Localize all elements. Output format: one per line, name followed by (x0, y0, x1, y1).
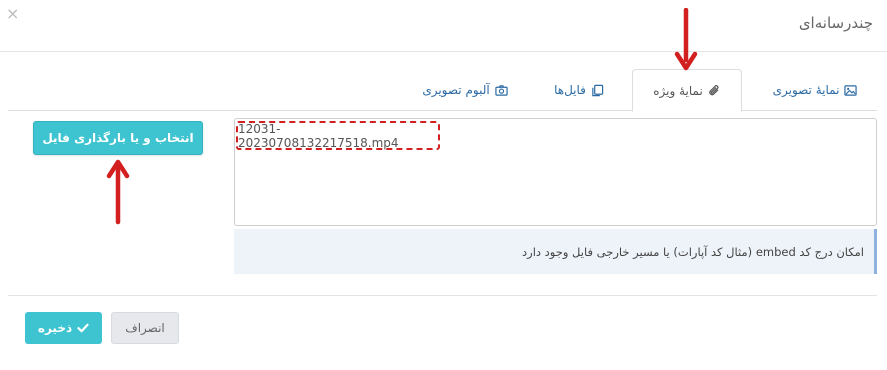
footer-divider (8, 295, 877, 296)
files-icon (591, 84, 604, 97)
image-icon (844, 84, 858, 97)
camera-icon (495, 84, 508, 97)
cancel-button[interactable]: انصراف (111, 312, 179, 344)
upload-file-button[interactable]: انتخاب و یا بارگذاری فایل (33, 121, 203, 155)
check-icon (77, 322, 89, 334)
close-icon[interactable]: × (6, 6, 19, 22)
save-button-label: ذخیره (37, 321, 73, 335)
paperclip-icon (708, 84, 721, 97)
tab-featured[interactable]: نمایهٔ ویژه (632, 69, 742, 112)
cancel-button-label: انصراف (125, 321, 165, 335)
tab-label: نمایهٔ تصویری (772, 83, 840, 97)
help-note: امکان درج کد embed (مثال کد آپارات) یا م… (234, 229, 877, 274)
tab-bar: نمایهٔ تصویری نمایهٔ ویژه فایل‌ها آلبوم … (8, 69, 877, 112)
modal-title: چندرسانه‌ای (798, 14, 873, 32)
save-button[interactable]: ذخیره (25, 312, 102, 344)
tab-label: فایل‌ها (554, 83, 586, 97)
tab-photo-album[interactable]: آلبوم تصویری (404, 69, 526, 111)
annotation-up-arrow-icon (106, 159, 130, 225)
annotation-down-arrow-icon (674, 8, 698, 71)
media-file-value[interactable]: 12031-20230708132217518.mp4 (236, 121, 440, 150)
tab-files[interactable]: فایل‌ها (534, 69, 624, 111)
tab-image-thumbnail[interactable]: نمایهٔ تصویری (754, 69, 876, 111)
tab-label: نمایهٔ ویژه (653, 83, 703, 98)
modal-header: چندرسانه‌ای × (0, 0, 887, 52)
tab-label: آلبوم تصویری (422, 83, 490, 97)
help-text: امکان درج کد embed (مثال کد آپارات) یا م… (522, 244, 864, 259)
upload-button-label: انتخاب و یا بارگذاری فایل (42, 131, 194, 145)
